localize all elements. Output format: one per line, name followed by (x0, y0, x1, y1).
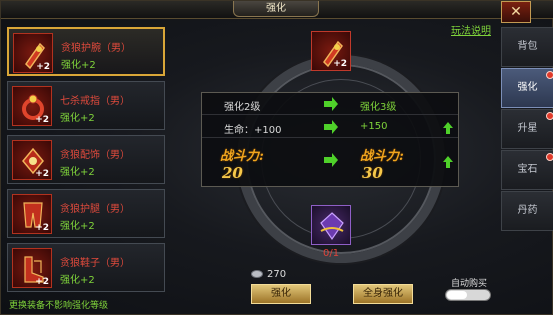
hp-from: 生命：+100 (224, 125, 282, 136)
enhance-window: 强化 ✕ +2 贪狼护腕（男） 强化+2 +2 七杀戒指（男） 强化+2 +2 (0, 0, 553, 315)
power-label-to: 战斗力: (360, 149, 404, 164)
leggings-icon: +2 (12, 194, 52, 234)
ring-icon: +2 (12, 86, 52, 126)
tab-label: 背包 (517, 41, 538, 52)
item-level: 强化+2 (60, 113, 95, 124)
stat-row-power: 战斗力: 20 战斗力: 30 (202, 139, 458, 187)
stat-row-level: 强化2级 强化3级 (202, 93, 458, 115)
equipment-item-boots[interactable]: +2 贪狼鞋子（男） 强化+2 (7, 243, 165, 292)
coin-amount: 270 (267, 269, 287, 280)
power-label-from: 战斗力: (220, 149, 264, 164)
silver-coin-icon (251, 270, 263, 278)
equipment-item-ring[interactable]: +2 七杀戒指（男） 强化+2 (7, 81, 165, 130)
target-item-slot[interactable]: +2 (311, 31, 351, 71)
item-name: 贪狼配饰（男） (60, 150, 130, 161)
help-link[interactable]: 玩法说明 (451, 22, 491, 37)
item-plus: +2 (333, 59, 347, 69)
pendant-icon: +2 (12, 140, 52, 180)
item-plus: +2 (35, 277, 49, 287)
stats-panel: 强化2级 强化3级 生命：+100 +150 战斗力: 20 战斗力: 30 (201, 92, 459, 187)
close-button[interactable]: ✕ (501, 1, 531, 23)
tab-label: 丹药 (517, 205, 538, 216)
arrow-right-icon (324, 153, 338, 167)
alert-dot-icon (546, 71, 553, 79)
bracer-icon: +2 (13, 33, 53, 73)
item-level: 强化+2 (60, 167, 95, 178)
boots-icon: +2 (12, 248, 52, 288)
item-plus: +2 (35, 169, 49, 179)
arrow-up-icon (443, 156, 453, 168)
equipment-item-pendant[interactable]: +2 贪狼配饰（男） 强化+2 (7, 135, 165, 184)
item-name: 贪狼鞋子（男） (60, 258, 130, 269)
coin-cost: 270 (251, 269, 286, 280)
hp-to: +150 (360, 121, 388, 132)
tab-gem[interactable]: 宝石 (501, 150, 553, 190)
item-name: 贪狼护腕（男） (61, 43, 131, 54)
crystal-icon (320, 212, 344, 241)
tab-label: 宝石 (517, 164, 538, 175)
tab-star-up[interactable]: 升星 (501, 109, 553, 149)
item-plus: +2 (35, 223, 49, 233)
footer-note: 更换装备不影响强化等级 (9, 301, 109, 311)
equipment-list: +2 贪狼护腕（男） 强化+2 +2 七杀戒指（男） 强化+2 +2 贪狼配饰（… (7, 27, 167, 295)
stat-row-hp: 生命：+100 +150 (202, 116, 458, 138)
close-icon: ✕ (510, 4, 522, 20)
arrow-up-icon (443, 122, 453, 134)
toggle-knob (447, 291, 467, 299)
power-to: 30 (362, 164, 383, 182)
side-tabs: 背包 强化 升星 宝石 丹药 (501, 27, 553, 295)
item-name: 贪狼护腿（男） (60, 204, 130, 215)
item-level: 强化+2 (60, 275, 95, 286)
tab-label: 强化 (517, 82, 538, 93)
item-level: 强化+2 (61, 60, 96, 71)
material-count: 0/1 (323, 248, 340, 259)
window-title: 强化 (233, 1, 319, 17)
tab-elixir[interactable]: 丹药 (501, 191, 553, 231)
level-from: 强化2级 (224, 102, 261, 113)
auto-buy-toggle[interactable] (445, 289, 491, 301)
enhance-all-button[interactable]: 全身强化 (353, 284, 413, 304)
arrow-right-icon (324, 97, 338, 111)
alert-dot-icon (546, 112, 553, 120)
enhance-button[interactable]: 强化 (251, 284, 311, 304)
item-name: 七杀戒指（男） (60, 96, 130, 107)
item-plus: +2 (36, 62, 50, 72)
item-level: 强化+2 (60, 221, 95, 232)
auto-buy-label: 自动购买 (451, 279, 488, 289)
equipment-item-leggings[interactable]: +2 贪狼护腿（男） 强化+2 (7, 189, 165, 238)
equipment-item-bracer[interactable]: +2 贪狼护腕（男） 强化+2 (7, 27, 165, 76)
material-slot[interactable] (311, 205, 351, 245)
arrow-right-icon (324, 120, 338, 134)
alert-dot-icon (546, 153, 553, 161)
level-to: 强化3级 (360, 102, 397, 113)
tab-label: 升星 (517, 123, 538, 134)
power-from: 20 (222, 164, 243, 182)
tab-enhance[interactable]: 强化 (501, 68, 553, 108)
tab-backpack[interactable]: 背包 (501, 27, 553, 67)
item-plus: +2 (35, 115, 49, 125)
